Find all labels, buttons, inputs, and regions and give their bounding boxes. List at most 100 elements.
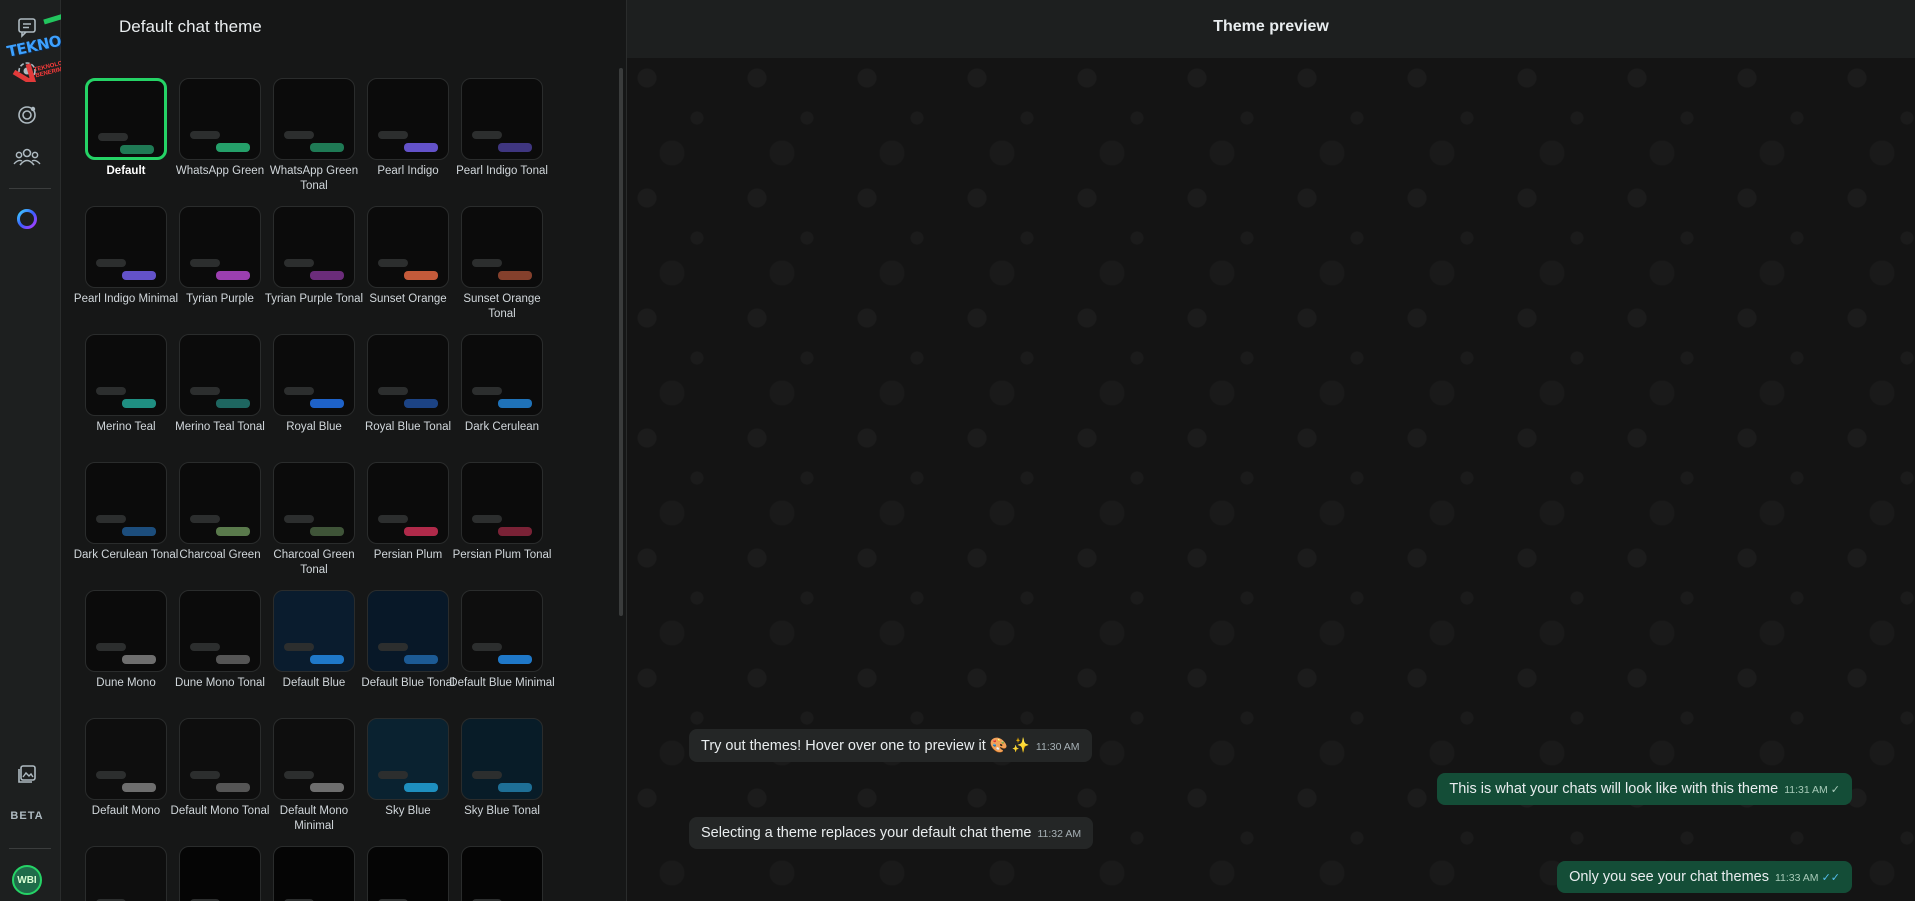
meta-ai-icon[interactable] [10,202,44,236]
theme-thumbnail[interactable] [85,846,167,901]
theme-thumbnail[interactable] [273,846,355,901]
preview-header: Theme preview [627,0,1915,58]
theme-thumbnail[interactable] [85,206,167,288]
preview-title: Theme preview [1213,18,1329,35]
theme-label: Pearl Indigo [377,165,439,177]
incoming-bubble-sample [472,259,502,267]
theme-thumbnail[interactable] [367,78,449,160]
theme-label: Dark Cerulean Tonal [73,549,179,561]
theme-thumbnail[interactable] [273,334,355,416]
channels-icon[interactable] [10,98,44,132]
incoming-bubble-sample [284,515,314,523]
incoming-bubble-sample [190,259,220,267]
theme-thumbnail[interactable] [461,718,543,800]
outgoing-bubble-sample [498,783,532,792]
theme-label: Sky Blue [385,805,431,817]
incoming-bubble-sample [284,387,314,395]
theme-thumbnail[interactable] [367,462,449,544]
outgoing-bubble-sample [216,271,250,280]
outgoing-bubble-sample [122,399,156,408]
communities-icon[interactable] [10,140,44,174]
incoming-bubble-sample [96,643,126,651]
incoming-bubble-sample [284,131,314,139]
sent-check-icon: ✓ [1830,784,1840,796]
theme-thumbnail[interactable] [461,462,543,544]
theme-thumbnail[interactable] [461,334,543,416]
incoming-bubble-sample [378,515,408,523]
theme-label: Persian Plum Tonal [452,549,552,561]
theme-thumbnail[interactable] [85,462,167,544]
theme-label: Royal Blue [286,421,342,433]
incoming-bubble-sample [472,515,502,523]
outgoing-bubble-sample [310,655,344,664]
incoming-bubble-sample [378,643,408,651]
theme-thumbnail[interactable] [461,78,543,160]
outgoing-bubble-sample [310,399,344,408]
theme-thumbnail[interactable] [273,78,355,160]
incoming-bubble-sample [378,259,408,267]
theme-thumbnail[interactable] [461,846,543,901]
outgoing-bubble-sample [498,527,532,536]
theme-label: WhatsApp Green Tonal [269,165,359,192]
theme-thumbnail[interactable] [179,206,261,288]
outgoing-bubble-sample [498,143,532,152]
incoming-bubble-sample [284,771,314,779]
theme-thumbnail[interactable] [367,846,449,901]
outgoing-bubble-sample [404,399,438,408]
theme-label: Pearl Indigo Tonal [456,165,548,177]
theme-thumbnail[interactable] [179,590,261,672]
theme-thumbnail[interactable] [85,718,167,800]
theme-thumbnail[interactable] [85,590,167,672]
outgoing-bubble-sample [122,271,156,280]
message-time: 11:32 AM [1037,828,1082,840]
outgoing-bubble-sample [216,783,250,792]
theme-thumbnail[interactable] [273,206,355,288]
message-time: 11:31 AM [1784,784,1828,796]
theme-label: Default Blue [282,677,346,689]
theme-thumbnail[interactable] [179,846,261,901]
scrollbar[interactable] [619,68,623,616]
incoming-bubble-sample [378,387,408,395]
theme-thumbnail[interactable] [273,462,355,544]
incoming-bubble-sample [472,387,502,395]
theme-thumbnail[interactable] [179,718,261,800]
theme-label: Dune Mono Tonal [175,677,265,689]
theme-thumbnail[interactable] [179,78,261,160]
theme-label: Dune Mono [96,677,156,689]
beta-label: BETA [10,810,44,822]
message-text: This is what your chats will look like w… [1449,781,1779,797]
theme-label: Tyrian Purple [186,293,254,305]
message-bubble-outgoing: Only you see your chat themes 11:33 AM ✓✓ [1557,861,1852,893]
theme-thumbnail[interactable] [179,334,261,416]
outgoing-bubble-sample [498,271,532,280]
theme-thumbnail[interactable] [367,334,449,416]
theme-thumbnail[interactable] [367,718,449,800]
message-bubble-incoming: Try out themes! Hover over one to previe… [689,729,1092,762]
theme-thumbnail[interactable] [461,206,543,288]
theme-thumbnail[interactable] [179,462,261,544]
outgoing-bubble-sample [216,655,250,664]
theme-label: Default Blue Minimal [449,677,555,689]
avatar[interactable]: WBI [12,865,42,895]
theme-label: Sunset Orange Tonal [463,293,541,320]
outgoing-bubble-sample [498,399,532,408]
media-icon[interactable] [10,757,44,791]
message-bubble-incoming: Selecting a theme replaces your default … [689,817,1094,849]
theme-thumbnail[interactable] [367,206,449,288]
incoming-bubble-sample [98,133,128,141]
theme-thumbnail[interactable] [85,78,167,160]
theme-thumbnail[interactable] [85,334,167,416]
theme-thumbnail[interactable] [273,718,355,800]
theme-thumbnail[interactable] [367,590,449,672]
incoming-bubble-sample [378,771,408,779]
incoming-bubble-sample [472,131,502,139]
outgoing-bubble-sample [122,655,156,664]
theme-label: WhatsApp Green [175,165,265,177]
theme-label: Tyrian Purple Tonal [264,293,364,305]
theme-thumbnail[interactable] [461,590,543,672]
theme-thumbnail[interactable] [273,590,355,672]
incoming-bubble-sample [96,259,126,267]
theme-label: Sky Blue Tonal [464,805,540,817]
outgoing-bubble-sample [404,655,438,664]
outgoing-bubble-sample [216,143,250,152]
